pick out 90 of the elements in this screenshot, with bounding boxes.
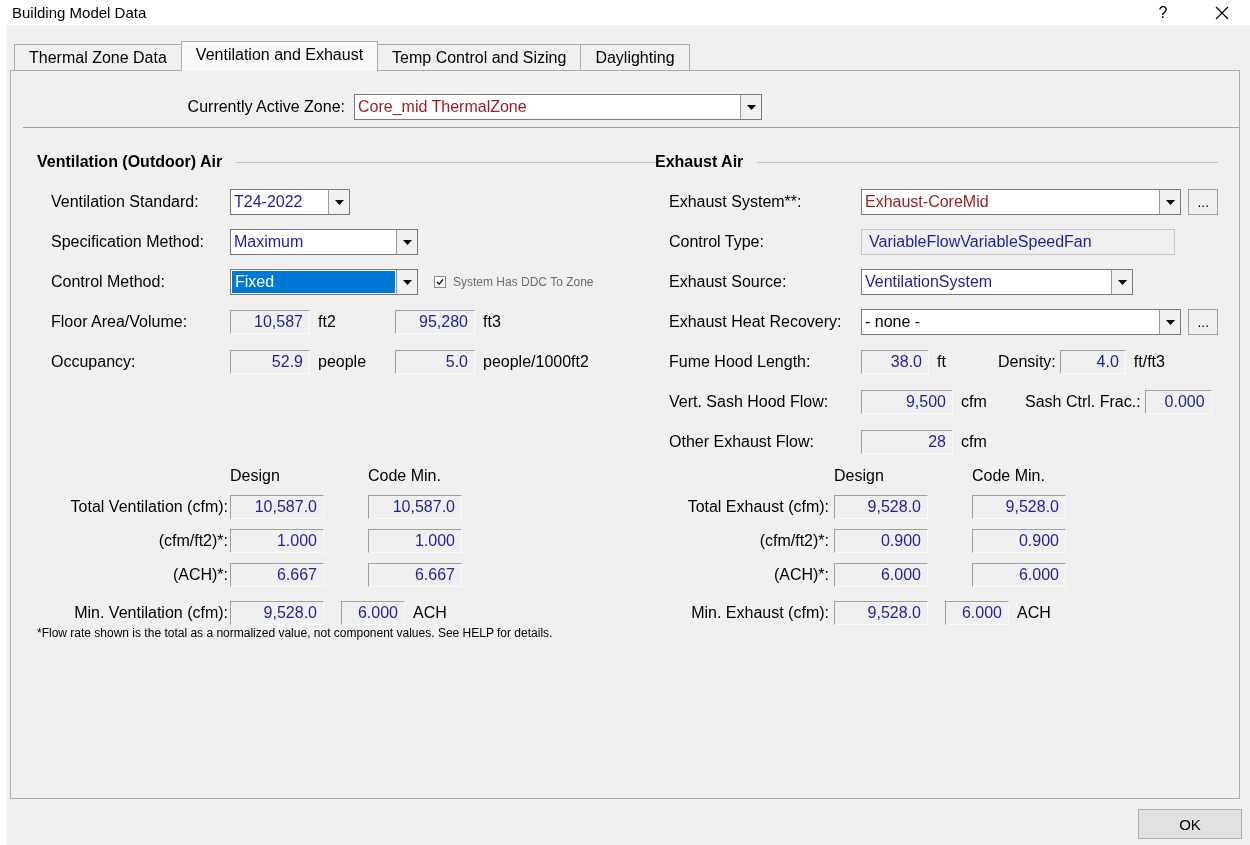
- column-header: Code Min.: [368, 467, 442, 486]
- caret-icon: [402, 279, 412, 285]
- value-box: 6.000: [945, 601, 1009, 625]
- value-box: 6.000: [972, 563, 1066, 587]
- row-label: Min. Ventilation (cfm):: [73, 604, 229, 622]
- caret-icon: [334, 199, 344, 205]
- unit-label: people/1000ft2: [483, 353, 589, 371]
- field-label: Currently Active Zone:: [186, 98, 346, 116]
- unit-label: ft: [937, 353, 946, 371]
- column-header: Design: [834, 467, 885, 486]
- help-button[interactable]: ?: [1153, 3, 1173, 22]
- row-label: (ACH)*:: [772, 566, 830, 584]
- tab[interactable]: Thermal Zone Data: [14, 44, 182, 70]
- value-box: 9,528.0: [230, 601, 324, 625]
- field-label: Floor Area/Volume:: [51, 313, 189, 331]
- caret-icon: [746, 104, 756, 110]
- field-label: Exhaust Heat Recovery:: [669, 313, 843, 331]
- field-label: Other Exhaust Flow:: [669, 433, 815, 451]
- field-label: Exhaust Source:: [669, 273, 788, 291]
- value-box: 5.0: [395, 350, 475, 374]
- dropdown[interactable]: Exhaust-CoreMid: [861, 189, 1182, 215]
- readonly-field: VariableFlowVariableSpeedFan: [861, 229, 1175, 255]
- value-box: 0.000: [1144, 390, 1212, 414]
- row-label: Total Ventilation (cfm):: [69, 498, 229, 516]
- value-box: 9,500: [861, 390, 953, 414]
- value-box: 6.000: [341, 601, 405, 625]
- row-label: (ACH)*:: [171, 566, 229, 584]
- field-label: Specification Method:: [51, 233, 205, 251]
- section-title: Ventilation (Outdoor) Air: [37, 153, 223, 171]
- value-box: 95,280: [395, 310, 475, 334]
- unit-label: ft3: [483, 313, 501, 331]
- value-box: 4.0: [1059, 350, 1126, 374]
- value-box: 52.9: [230, 350, 310, 374]
- close-icon[interactable]: [1215, 5, 1229, 20]
- field-label: Ventilation Standard:: [51, 193, 200, 211]
- value-box: 1.000: [368, 529, 462, 553]
- section-title: Exhaust Air: [655, 153, 744, 171]
- row-label: (cfm/ft2)*:: [157, 532, 229, 550]
- value-box: 10,587: [230, 310, 310, 334]
- field-label: Density:: [998, 353, 1056, 371]
- unit-label: people: [318, 353, 367, 371]
- dropdown[interactable]: T24-2022: [230, 189, 350, 215]
- caret-icon: [402, 239, 412, 245]
- row-label: (cfm/ft2)*:: [758, 532, 830, 550]
- field-label: Exhaust System**:: [669, 193, 803, 211]
- value-box: 38.0: [861, 350, 929, 374]
- unit-label: cfm: [961, 393, 987, 411]
- checkbox-label: System Has DDC To Zone: [453, 275, 594, 289]
- dropdown[interactable]: - none -: [861, 309, 1182, 335]
- value-box: 10,587.0: [368, 495, 462, 519]
- dropdown[interactable]: Maximum: [230, 229, 418, 255]
- value-box: 6.000: [834, 563, 928, 587]
- dropdown[interactable]: VentilationSystem: [861, 269, 1133, 295]
- dropdown[interactable]: Fixed: [230, 269, 418, 295]
- value-box: 0.900: [834, 529, 928, 553]
- value-box: 6.667: [230, 563, 324, 587]
- field-label: Sash Ctrl. Frac.:: [1025, 393, 1141, 411]
- field-label: Vert. Sash Hood Flow:: [669, 393, 830, 411]
- window-title: Building Model Data: [11, 4, 148, 21]
- caret-icon: [1166, 319, 1175, 325]
- tab[interactable]: Ventilation and Exhaust: [180, 41, 379, 71]
- caret-icon: [1117, 279, 1127, 285]
- column-header: Code Min.: [972, 467, 1046, 486]
- browse-button[interactable]: ...: [1188, 309, 1218, 335]
- value-box: 9,528.0: [834, 495, 928, 519]
- value-box: 6.667: [368, 563, 462, 587]
- field-label: Fume Hood Length:: [669, 353, 812, 371]
- browse-button[interactable]: ...: [1188, 189, 1218, 215]
- row-label: Total Exhaust (cfm):: [686, 498, 830, 516]
- field-label: Control Method:: [51, 273, 166, 291]
- unit-label: ACH: [1017, 604, 1051, 622]
- footnote: *Flow rate shown is the total as a normalized value, not component values. See HELP for details.: [37, 626, 554, 640]
- value-box: 28: [861, 430, 953, 454]
- unit-label: ft2: [318, 313, 336, 331]
- field-label: Control Type:: [669, 233, 765, 251]
- unit-label: ACH: [413, 604, 447, 622]
- column-header: Design: [230, 467, 281, 486]
- field-label: Occupancy:: [51, 353, 137, 371]
- value-box: 0.900: [972, 529, 1066, 553]
- value-box: 10,587.0: [230, 495, 324, 519]
- value-box: 1.000: [230, 529, 324, 553]
- ok-button[interactable]: OK: [1138, 809, 1242, 839]
- unit-label: ft/ft3: [1133, 353, 1165, 371]
- value-box: 9,528.0: [972, 495, 1066, 519]
- unit-label: cfm: [961, 433, 987, 451]
- caret-icon: [1166, 199, 1175, 205]
- value-box: 9,528.0: [834, 601, 928, 625]
- dropdown[interactable]: Core_mid ThermalZone: [354, 94, 762, 120]
- row-label: Min. Exhaust (cfm):: [690, 604, 830, 622]
- tab[interactable]: Daylighting: [580, 44, 690, 70]
